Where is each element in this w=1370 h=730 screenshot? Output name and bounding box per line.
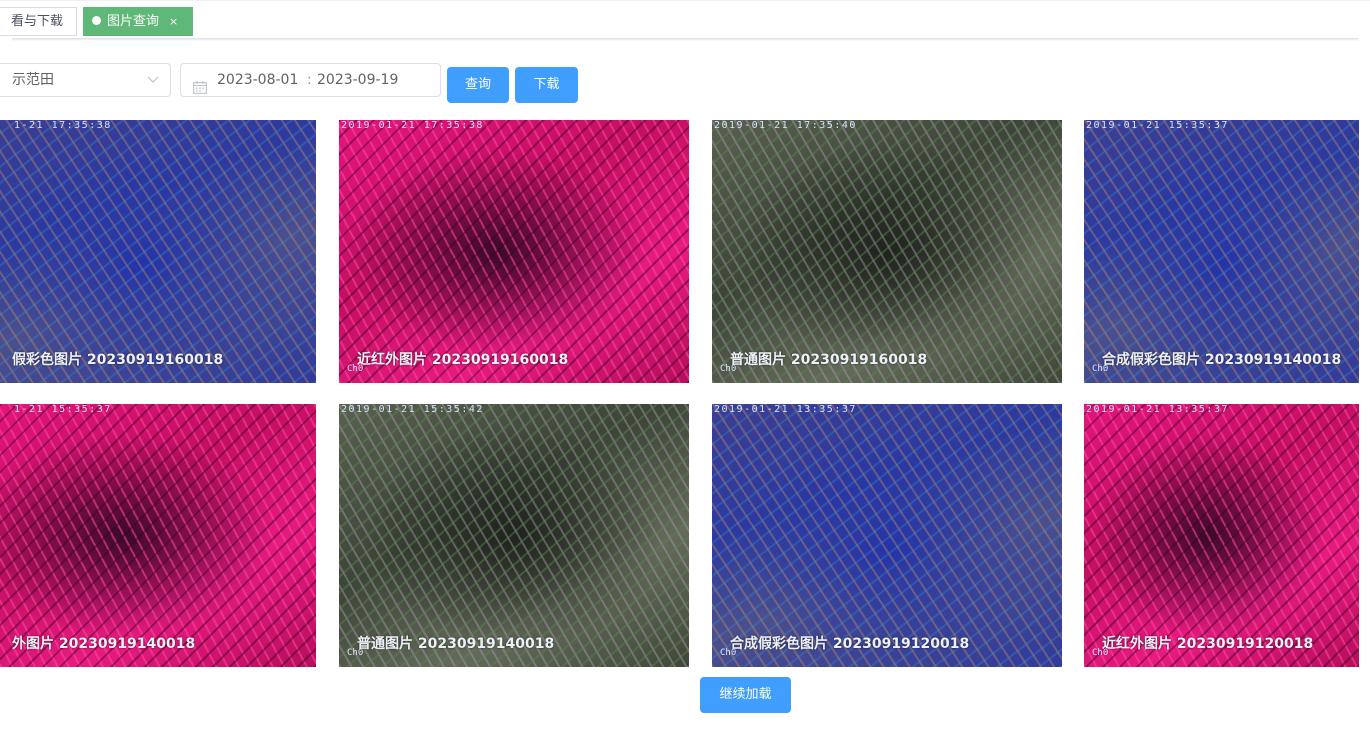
timestamp-overlay: 1-21 15:35:37 [14, 404, 112, 415]
image-caption: 普通图片 20230919160018 [730, 352, 928, 368]
image-caption: 近红外图片 20230919160018 [357, 352, 569, 368]
timestamp-overlay: 2019-01-21 13:35:37 [714, 404, 857, 415]
timestamp-overlay: 2019-01-21 13:35:37 [1086, 404, 1229, 415]
image-texture [1084, 404, 1359, 667]
image-texture [1084, 120, 1359, 383]
tab-bar-divider [12, 38, 1358, 41]
image-card[interactable]: 2019-01-21 17:35:38 Ch0 近红外图片 2023091916… [339, 120, 689, 383]
image-texture [0, 120, 316, 383]
date-range-separator: : [307, 72, 312, 88]
timestamp-overlay: 2019-01-21 17:35:38 [341, 120, 484, 131]
close-icon[interactable]: × [169, 8, 178, 35]
image-card[interactable]: 1-21 15:35:37 外图片 20230919140018 [0, 404, 316, 667]
timestamp-overlay: 2019-01-21 15:35:42 [341, 404, 484, 415]
load-more-button[interactable]: 继续加载 [700, 677, 791, 713]
date-range-picker[interactable]: 2023-08-01 : 2023-09-19 [180, 63, 441, 97]
image-texture [712, 404, 1062, 667]
chevron-down-icon [147, 64, 159, 96]
timestamp-overlay: 1-21 17:35:38 [14, 120, 112, 131]
tab-label: 看与下载 [11, 14, 64, 29]
image-texture [339, 120, 689, 383]
image-caption: 假彩色图片 20230919160018 [12, 352, 224, 368]
timestamp-overlay: 2019-01-21 15:35:37 [1086, 120, 1229, 131]
tab-image-query[interactable]: 图片查询 × [83, 7, 193, 36]
end-date-input[interactable]: 2023-09-19 [317, 64, 398, 96]
image-card[interactable]: 2019-01-21 13:35:37 Ch0 近红外图片 2023091912… [1084, 404, 1359, 667]
start-date-input[interactable]: 2023-08-01 [217, 64, 298, 96]
image-texture [712, 120, 1062, 383]
active-dot-icon [92, 16, 101, 25]
image-caption: 外图片 20230919140018 [12, 636, 196, 652]
timestamp-overlay: 2019-01-21 17:35:40 [714, 120, 857, 131]
image-caption: 普通图片 20230919140018 [357, 636, 555, 652]
image-caption: 合成假彩色图片 20230919140018 [1102, 352, 1342, 368]
select-value: 示范田 [12, 72, 54, 88]
image-card[interactable]: 2019-01-21 17:35:40 Ch0 普通图片 20230919160… [712, 120, 1062, 383]
image-card[interactable]: 2019-01-21 15:35:42 Ch0 普通图片 20230919140… [339, 404, 689, 667]
calendar-icon [193, 74, 207, 94]
download-button[interactable]: 下载 [515, 67, 578, 103]
tab-view-download[interactable]: 看与下载 [0, 7, 77, 36]
tab-bar: 看与下载 图片查询 × [0, 0, 1370, 40]
image-card[interactable]: 1-21 17:35:38 假彩色图片 20230919160018 [0, 120, 316, 383]
image-caption: 近红外图片 20230919120018 [1102, 636, 1314, 652]
tab-label: 图片查询 [107, 14, 160, 29]
image-texture [0, 404, 316, 667]
image-card[interactable]: 2019-01-21 15:35:37 Ch0 合成假彩色图片 20230919… [1084, 120, 1359, 383]
query-button[interactable]: 查询 [447, 67, 509, 103]
image-caption: 合成假彩色图片 20230919120018 [730, 636, 970, 652]
image-texture [339, 404, 689, 667]
image-query-page: 看与下载 图片查询 × 示范田 2023-08-01: 2023-09-19 … [0, 0, 1370, 730]
field-select[interactable]: 示范田 [0, 63, 171, 97]
image-card[interactable]: 2019-01-21 13:35:37 Ch0 合成假彩色图片 20230919… [712, 404, 1062, 667]
